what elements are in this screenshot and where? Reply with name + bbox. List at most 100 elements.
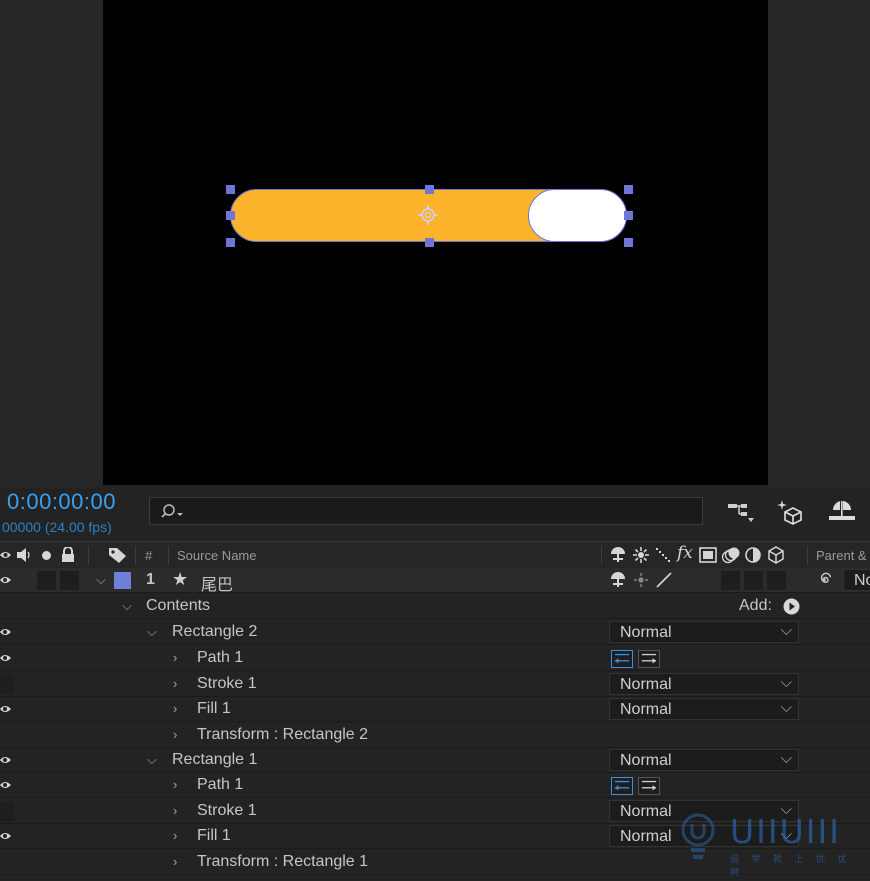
- layer-search-input[interactable]: [149, 497, 703, 525]
- solo-switch-cell[interactable]: [60, 571, 79, 590]
- path-row[interactable]: › Path 1: [0, 773, 870, 798]
- blend-mode-dropdown[interactable]: Normal ⌵: [609, 621, 799, 643]
- anchor-point-icon[interactable]: [417, 204, 439, 226]
- star-icon: ★: [172, 569, 189, 589]
- draft-3d-icon[interactable]: [776, 498, 804, 526]
- eye-icon[interactable]: [0, 652, 11, 664]
- eye-icon[interactable]: [0, 779, 11, 791]
- path-direction-forward-icon[interactable]: [638, 650, 660, 668]
- path-row[interactable]: › Path 1: [0, 646, 870, 671]
- group-row-rectangle-2[interactable]: ⌵ Rectangle 2 Normal ⌵: [0, 620, 870, 645]
- stroke-label[interactable]: Stroke 1: [197, 675, 257, 693]
- chevron-down-icon[interactable]: ⌵: [96, 572, 106, 588]
- chevron-down-icon: ⌵: [780, 622, 792, 639]
- visibility-cell[interactable]: [0, 675, 14, 694]
- selection-handle-bl[interactable]: [226, 238, 235, 247]
- parent-dropdown[interactable]: No: [843, 569, 870, 591]
- motion-blur-toggle-icon[interactable]: [828, 498, 856, 524]
- quality-switch-icon[interactable]: [655, 547, 673, 563]
- audio-switch-icon[interactable]: [16, 547, 34, 563]
- fill-label[interactable]: Fill 1: [197, 700, 231, 718]
- chevron-down-icon[interactable]: ⌵: [122, 598, 132, 614]
- adjustment-cell[interactable]: [744, 571, 763, 590]
- column-source-name[interactable]: Source Name: [177, 548, 256, 563]
- quality-slash-icon[interactable]: [655, 571, 673, 589]
- path-direction-reverse-icon[interactable]: [611, 650, 633, 668]
- video-switch-icon[interactable]: [0, 549, 12, 561]
- frame-blending-icon[interactable]: [699, 547, 717, 563]
- add-play-icon[interactable]: [783, 598, 800, 615]
- current-time-display[interactable]: 0:00:00:00: [7, 489, 116, 515]
- column-parent[interactable]: Parent &: [816, 548, 867, 563]
- path-label[interactable]: Path 1: [197, 649, 243, 667]
- adjustment-layer-icon[interactable]: [745, 547, 761, 563]
- chevron-down-icon[interactable]: ⌵: [147, 624, 157, 640]
- selection-handle-mr[interactable]: [624, 211, 633, 220]
- blend-mode-dropdown[interactable]: Normal ⌵: [609, 698, 799, 720]
- blend-mode-dropdown[interactable]: Normal ⌵: [609, 673, 799, 695]
- path-direction-forward-icon[interactable]: [638, 777, 660, 795]
- chevron-right-icon[interactable]: ›: [173, 828, 177, 843]
- label-tag-icon[interactable]: [108, 546, 128, 564]
- pick-whip-icon[interactable]: [815, 571, 833, 589]
- chevron-right-icon[interactable]: ›: [173, 803, 177, 818]
- selection-handle-tr[interactable]: [624, 185, 633, 194]
- label-color-swatch[interactable]: [114, 572, 131, 589]
- chevron-right-icon[interactable]: ›: [173, 854, 177, 869]
- selection-handle-ml[interactable]: [226, 211, 235, 220]
- contents-row[interactable]: ⌵ Contents Add:: [0, 594, 870, 619]
- visibility-cell[interactable]: [0, 802, 14, 821]
- fill-label[interactable]: Fill 1: [197, 827, 231, 845]
- transform-label[interactable]: Transform : Rectangle 2: [197, 726, 368, 744]
- 3d-layer-icon[interactable]: [767, 546, 785, 564]
- stroke-label[interactable]: Stroke 1: [197, 802, 257, 820]
- chevron-right-icon[interactable]: ›: [173, 650, 177, 665]
- layer-row[interactable]: ⌵ 1 ★ 尾巴 No: [0, 568, 870, 595]
- chevron-down-icon[interactable]: ⌵: [147, 752, 157, 768]
- motion-blur-cell[interactable]: [721, 571, 740, 590]
- audio-switch-cell[interactable]: [37, 571, 56, 590]
- group-name[interactable]: Rectangle 2: [172, 623, 257, 641]
- effects-switch-icon[interactable]: fx: [677, 543, 693, 563]
- group-name[interactable]: Rectangle 1: [172, 751, 257, 769]
- chevron-right-icon[interactable]: ›: [173, 777, 177, 792]
- fill-row[interactable]: › Fill 1 Normal ⌵: [0, 697, 870, 722]
- eye-icon[interactable]: [0, 830, 11, 842]
- eye-icon[interactable]: [0, 574, 11, 586]
- selection-handle-bm[interactable]: [425, 238, 434, 247]
- eye-icon[interactable]: [0, 754, 11, 766]
- group-row-rectangle-1[interactable]: ⌵ Rectangle 1 Normal ⌵: [0, 748, 870, 773]
- layer-column-header: # Source Name fx Parent &: [0, 541, 870, 570]
- layer-name[interactable]: 尾巴: [201, 571, 233, 595]
- path-label[interactable]: Path 1: [197, 776, 243, 794]
- composition-canvas[interactable]: [103, 0, 768, 485]
- selection-handle-br[interactable]: [624, 238, 633, 247]
- motion-blur-switch-icon[interactable]: [721, 546, 741, 564]
- lock-switch-icon[interactable]: [61, 547, 75, 563]
- collapse-transform-icon[interactable]: [633, 572, 649, 588]
- selection-handle-tl[interactable]: [226, 185, 235, 194]
- selection-handle-tm[interactable]: [425, 185, 434, 194]
- chevron-right-icon[interactable]: ›: [173, 727, 177, 742]
- composition-flowchart-icon[interactable]: [727, 498, 755, 524]
- stroke-row[interactable]: › Stroke 1 Normal ⌵: [0, 672, 870, 697]
- transform-row[interactable]: › Transform : Rectangle 2: [0, 723, 870, 748]
- shy-switch-icon[interactable]: [609, 547, 627, 563]
- knob-shape-rectangle-2[interactable]: [528, 189, 627, 242]
- add-label: Add:: [739, 597, 772, 614]
- path-direction-reverse-icon[interactable]: [611, 777, 633, 795]
- eye-icon[interactable]: [0, 703, 11, 715]
- watermark-bulb-icon: [681, 813, 715, 859]
- 3d-layer-cell[interactable]: [767, 571, 786, 590]
- blend-mode-value: Normal: [620, 828, 672, 845]
- transform-label[interactable]: Transform : Rectangle 1: [197, 853, 368, 871]
- solo-switch-icon[interactable]: [41, 550, 52, 561]
- chevron-right-icon[interactable]: ›: [173, 701, 177, 716]
- shy-switch-icon[interactable]: [609, 572, 627, 588]
- eye-icon[interactable]: [0, 626, 11, 638]
- chevron-right-icon[interactable]: ›: [173, 676, 177, 691]
- collapse-transform-icon[interactable]: [633, 547, 649, 563]
- blend-mode-value: Normal: [620, 803, 672, 820]
- blend-mode-value: Normal: [620, 676, 672, 693]
- blend-mode-dropdown[interactable]: Normal ⌵: [609, 749, 799, 771]
